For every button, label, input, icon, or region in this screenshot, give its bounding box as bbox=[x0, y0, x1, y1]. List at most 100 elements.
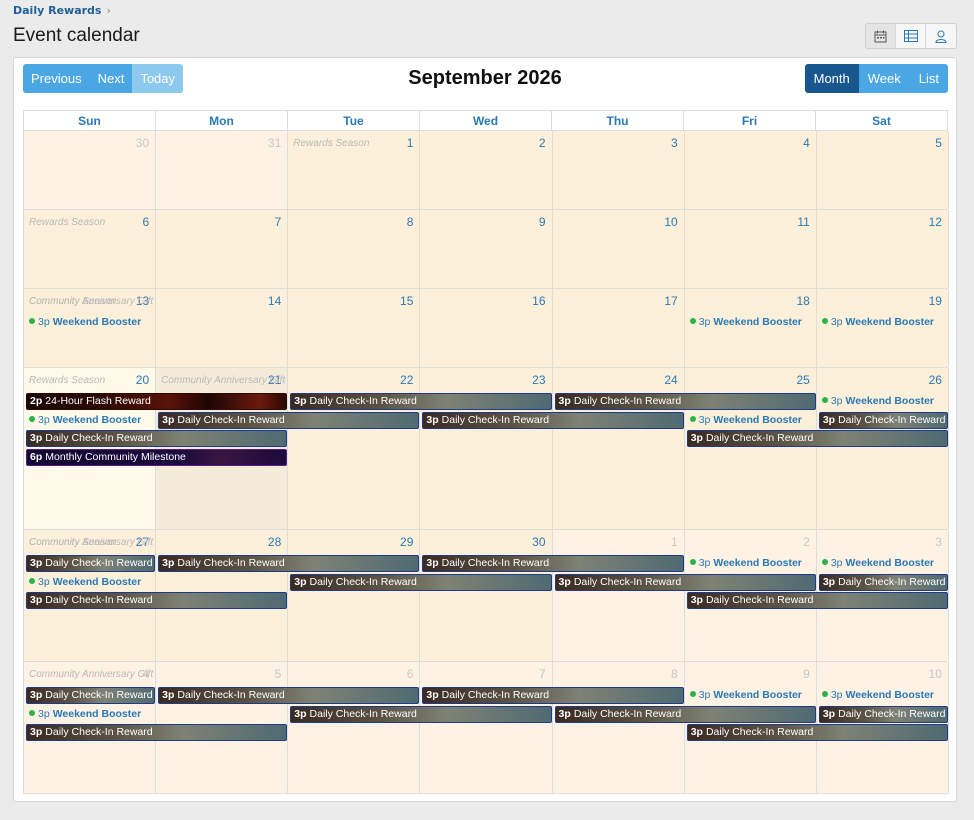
day-number[interactable]: 30 bbox=[136, 136, 149, 150]
day-number[interactable]: 24 bbox=[664, 373, 677, 387]
day-cell[interactable]: 15 bbox=[288, 289, 421, 367]
day-cell[interactable]: 16 bbox=[420, 289, 553, 367]
day-cell[interactable]: 26 bbox=[816, 368, 949, 529]
day-number[interactable]: 1 bbox=[671, 535, 678, 549]
breadcrumb-link[interactable]: Daily Rewards bbox=[13, 4, 101, 17]
event-bar[interactable]: 3p Daily Check-In Reward bbox=[554, 393, 816, 410]
day-cell[interactable]: 8 bbox=[288, 210, 421, 288]
day-number[interactable]: 8 bbox=[407, 215, 414, 229]
day-number[interactable]: 8 bbox=[671, 667, 678, 681]
event-bar[interactable]: 3p Daily Check-In Reward bbox=[686, 724, 948, 741]
event-bar[interactable]: 3p Daily Check-In Reward bbox=[290, 705, 552, 723]
day-cell[interactable]: 7 bbox=[156, 210, 289, 288]
table-view-button[interactable] bbox=[896, 24, 926, 48]
day-number[interactable]: 7 bbox=[275, 215, 282, 229]
day-cell[interactable]: 5 bbox=[816, 131, 949, 209]
event-bar[interactable]: 3p Daily Check-In Reward bbox=[818, 705, 948, 723]
today-button[interactable]: Today bbox=[132, 64, 184, 93]
day-number[interactable]: 6 bbox=[142, 215, 149, 229]
day-number[interactable]: 2 bbox=[539, 136, 546, 150]
event-dot-item[interactable]: 3p Weekend Booster bbox=[29, 575, 141, 590]
day-number[interactable]: 2 bbox=[803, 535, 810, 549]
event-bar[interactable]: 3p Daily Check-In Reward bbox=[818, 573, 948, 591]
day-number[interactable]: 22 bbox=[400, 373, 413, 387]
event-dot-item[interactable]: 3p Weekend Booster bbox=[689, 688, 802, 703]
day-cell[interactable]: 17 bbox=[552, 289, 685, 367]
event-dot-item[interactable]: 3p Weekend Booster bbox=[689, 315, 802, 330]
day-number[interactable]: 30 bbox=[532, 535, 545, 549]
day-cell[interactable]: 4 bbox=[684, 131, 817, 209]
event-bar[interactable]: 6p Monthly Community Milestone bbox=[26, 448, 288, 466]
user-view-button[interactable] bbox=[926, 24, 956, 48]
day-number[interactable]: 19 bbox=[929, 294, 942, 308]
day-number[interactable]: 25 bbox=[796, 373, 809, 387]
day-number[interactable]: 14 bbox=[268, 294, 281, 308]
day-number[interactable]: 26 bbox=[929, 373, 942, 387]
day-number[interactable]: 9 bbox=[803, 667, 810, 681]
event-dot-item[interactable]: 3p Weekend Booster bbox=[821, 556, 934, 571]
event-bar[interactable]: 3p Daily Check-In Reward bbox=[26, 724, 288, 741]
event-bar[interactable]: 3p Daily Check-In Reward bbox=[26, 555, 156, 572]
day-cell[interactable]: 8 bbox=[552, 662, 685, 793]
day-cell[interactable]: 6 bbox=[288, 662, 421, 793]
day-number[interactable]: 23 bbox=[532, 373, 545, 387]
day-number[interactable]: 11 bbox=[797, 215, 809, 229]
day-cell[interactable]: 30 bbox=[24, 131, 157, 209]
day-number[interactable]: 29 bbox=[400, 535, 413, 549]
event-bar[interactable]: 2p 24-Hour Flash Reward bbox=[26, 393, 288, 410]
day-cell[interactable]: 12 bbox=[816, 210, 949, 288]
day-number[interactable]: 20 bbox=[136, 373, 149, 387]
event-bar[interactable]: 3p Daily Check-In Reward bbox=[554, 705, 816, 723]
event-dot-item[interactable]: 3p Weekend Booster bbox=[821, 394, 934, 409]
event-bar[interactable]: 3p Daily Check-In Reward bbox=[26, 430, 288, 447]
day-number[interactable]: 7 bbox=[539, 667, 546, 681]
event-dot-item[interactable]: 3p Weekend Booster bbox=[29, 707, 141, 722]
day-cell[interactable]: 30 bbox=[420, 530, 553, 661]
event-bar[interactable]: 3p Daily Check-In Reward bbox=[422, 411, 684, 429]
event-dot-item[interactable]: 3p Weekend Booster bbox=[821, 315, 934, 330]
day-number[interactable]: 5 bbox=[935, 136, 942, 150]
event-bar[interactable]: 3p Daily Check-In Reward bbox=[158, 555, 420, 572]
day-cell[interactable]: 29 bbox=[288, 530, 421, 661]
event-bar[interactable]: 3p Daily Check-In Reward bbox=[686, 592, 948, 609]
previous-button[interactable]: Previous bbox=[23, 64, 90, 93]
event-bar[interactable]: 3p Daily Check-In Reward bbox=[554, 573, 816, 591]
list-view-button[interactable]: List bbox=[909, 64, 948, 93]
event-bar[interactable]: 3p Daily Check-In Reward bbox=[818, 411, 948, 429]
day-cell[interactable]: 10 bbox=[552, 210, 685, 288]
event-bar[interactable]: 3p Daily Check-In Reward bbox=[290, 573, 552, 591]
event-dot-item[interactable]: 3p Weekend Booster bbox=[29, 413, 141, 428]
day-number[interactable]: 10 bbox=[929, 667, 942, 681]
calendar-view-button[interactable] bbox=[866, 24, 896, 48]
event-bar[interactable]: 3p Daily Check-In Reward bbox=[26, 592, 288, 609]
event-bar[interactable]: 3p Daily Check-In Reward bbox=[422, 687, 684, 704]
week-view-button[interactable]: Week bbox=[858, 64, 910, 93]
event-dot-item[interactable]: 3p Weekend Booster bbox=[689, 413, 802, 428]
day-cell[interactable]: 1 bbox=[552, 530, 685, 661]
event-dot-item[interactable]: 3p Weekend Booster bbox=[689, 556, 802, 571]
day-number[interactable]: 6 bbox=[407, 667, 414, 681]
day-number[interactable]: 18 bbox=[796, 294, 809, 308]
day-cell[interactable]: 6 Rewards Season bbox=[24, 210, 157, 288]
day-cell[interactable]: 1 Rewards Season bbox=[288, 131, 421, 209]
day-cell[interactable]: 2 bbox=[420, 131, 553, 209]
day-number[interactable]: 4 bbox=[803, 136, 810, 150]
day-number[interactable]: 16 bbox=[532, 294, 545, 308]
day-number[interactable]: 9 bbox=[539, 215, 546, 229]
day-number[interactable]: 3 bbox=[671, 136, 678, 150]
day-number[interactable]: 12 bbox=[929, 215, 942, 229]
day-number[interactable]: 5 bbox=[275, 667, 282, 681]
day-cell[interactable]: 7 bbox=[420, 662, 553, 793]
event-dot-item[interactable]: 3p Weekend Booster bbox=[821, 688, 934, 703]
day-cell[interactable]: 9 bbox=[420, 210, 553, 288]
event-bar[interactable]: 3p Daily Check-In Reward bbox=[26, 687, 156, 704]
event-bar[interactable]: 3p Daily Check-In Reward bbox=[158, 687, 420, 704]
next-button[interactable]: Next bbox=[89, 64, 133, 93]
day-cell[interactable]: 14 bbox=[156, 289, 289, 367]
month-view-button[interactable]: Month bbox=[804, 64, 859, 93]
day-number[interactable]: 10 bbox=[664, 215, 677, 229]
day-number[interactable]: 15 bbox=[400, 294, 413, 308]
day-number[interactable]: 3 bbox=[935, 535, 942, 549]
day-number[interactable]: 1 bbox=[407, 136, 414, 150]
day-number[interactable]: 17 bbox=[664, 294, 677, 308]
